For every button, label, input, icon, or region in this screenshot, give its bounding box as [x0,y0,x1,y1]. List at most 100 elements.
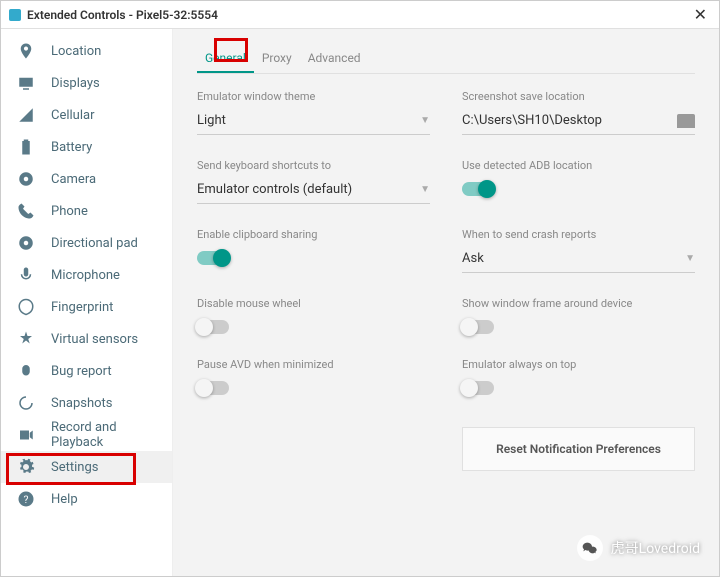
sidebar-item-label: Virtual sensors [51,332,138,347]
sidebar-item-cellular[interactable]: Cellular [1,99,172,131]
wechat-icon [577,535,603,561]
screenshot-path[interactable]: C:\Users\SH10\Desktop [462,107,695,135]
settings-grid: Emulator window theme Light ▼ Screenshot… [197,90,695,471]
field-shortcuts: Send keyboard shortcuts to Emulator cont… [197,159,430,204]
sidebar-item-label: Bug report [51,364,112,379]
crash-label: When to send crash reports [462,228,695,241]
sidebar-item-label: Location [51,44,101,59]
microphone-icon [17,266,35,284]
mouse-toggle[interactable] [197,320,229,334]
adb-label: Use detected ADB location [462,159,695,172]
sidebar-item-directional-pad[interactable]: Directional pad [1,227,172,259]
ontop-label: Emulator always on top [462,358,695,371]
screenshot-label: Screenshot save location [462,90,695,103]
displays-icon [17,74,35,92]
sidebar-item-displays[interactable]: Displays [1,67,172,99]
sidebar-item-label: Settings [51,460,98,475]
chevron-down-icon: ▼ [420,115,430,126]
sidebar: Location Displays Cellular Battery Camer… [1,29,173,576]
field-ontop: Emulator always on top [462,358,695,395]
dpad-icon [17,234,35,252]
sidebar-item-label: Battery [51,140,92,155]
sidebar-item-virtual-sensors[interactable]: Virtual sensors [1,323,172,355]
svg-text:?: ? [24,493,29,506]
field-mouse: Disable mouse wheel [197,297,430,334]
chevron-down-icon: ▼ [420,184,430,195]
content-area: General Proxy Advanced Emulator window t… [173,29,719,576]
watermark-text: 虎哥Lovedroid [611,538,700,558]
frame-toggle[interactable] [462,320,494,334]
sidebar-item-label: Directional pad [51,236,138,251]
sidebar-item-record-playback[interactable]: Record and Playback [1,419,172,451]
battery-icon [17,138,35,156]
location-icon [17,42,35,60]
theme-value: Light [197,113,226,128]
window-title: Extended Controls - Pixel5-32:5554 [27,8,690,22]
sidebar-item-settings[interactable]: Settings [1,451,172,483]
adb-toggle[interactable] [462,182,494,196]
screenshot-value: C:\Users\SH10\Desktop [462,113,602,128]
fingerprint-icon [17,298,35,316]
field-crash: When to send crash reports Ask ▼ [462,228,695,273]
sidebar-item-label: Displays [51,76,100,91]
sidebar-item-fingerprint[interactable]: Fingerprint [1,291,172,323]
sidebar-item-location[interactable]: Location [1,35,172,67]
shortcuts-select[interactable]: Emulator controls (default) ▼ [197,176,430,204]
clipboard-toggle[interactable] [197,251,229,265]
clipboard-label: Enable clipboard sharing [197,228,430,241]
record-icon [17,426,35,444]
field-clipboard: Enable clipboard sharing [197,228,430,273]
window-body: Location Displays Cellular Battery Camer… [1,29,719,576]
pause-label: Pause AVD when minimized [197,358,430,371]
sidebar-item-microphone[interactable]: Microphone [1,259,172,291]
mouse-label: Disable mouse wheel [197,297,430,310]
ontop-toggle[interactable] [462,381,494,395]
watermark: 虎哥Lovedroid [577,535,700,561]
theme-label: Emulator window theme [197,90,430,103]
shortcuts-label: Send keyboard shortcuts to [197,159,430,172]
field-adb: Use detected ADB location [462,159,695,204]
field-frame: Show window frame around device [462,297,695,334]
titlebar: Extended Controls - Pixel5-32:5554 ✕ [1,1,719,29]
sidebar-item-label: Help [51,492,78,507]
sidebar-item-battery[interactable]: Battery [1,131,172,163]
help-icon: ? [17,490,35,508]
frame-label: Show window frame around device [462,297,695,310]
sidebar-item-camera[interactable]: Camera [1,163,172,195]
tabs: General Proxy Advanced [197,45,695,74]
sidebar-item-phone[interactable]: Phone [1,195,172,227]
field-theme: Emulator window theme Light ▼ [197,90,430,135]
tab-proxy[interactable]: Proxy [254,45,300,73]
tab-general[interactable]: General [197,45,254,73]
sensors-icon [17,330,35,348]
close-icon[interactable]: ✕ [690,5,711,24]
sidebar-item-help[interactable]: ? Help [1,483,172,515]
sidebar-item-label: Fingerprint [51,300,113,315]
sidebar-item-label: Phone [51,204,88,219]
sidebar-item-bug-report[interactable]: Bug report [1,355,172,387]
sidebar-item-snapshots[interactable]: Snapshots [1,387,172,419]
sidebar-item-label: Camera [51,172,96,187]
gear-icon [17,458,35,476]
chevron-down-icon: ▼ [685,253,695,264]
theme-select[interactable]: Light ▼ [197,107,430,135]
shortcuts-value: Emulator controls (default) [197,182,352,197]
reset-notifications-button[interactable]: Reset Notification Preferences [462,427,695,471]
sidebar-item-label: Snapshots [51,396,113,411]
camera-icon [17,170,35,188]
phone-icon [17,202,35,220]
pause-toggle[interactable] [197,381,229,395]
tab-advanced[interactable]: Advanced [300,45,369,73]
folder-icon[interactable] [677,114,695,128]
field-screenshot-location: Screenshot save location C:\Users\SH10\D… [462,90,695,135]
field-pause: Pause AVD when minimized [197,358,430,395]
app-icon [9,9,21,21]
bug-icon [17,362,35,380]
cellular-icon [17,106,35,124]
snapshots-icon [17,394,35,412]
crash-value: Ask [462,251,484,266]
sidebar-item-label: Microphone [51,268,120,283]
sidebar-item-label: Record and Playback [51,420,156,450]
crash-select[interactable]: Ask ▼ [462,245,695,273]
sidebar-item-label: Cellular [51,108,94,123]
